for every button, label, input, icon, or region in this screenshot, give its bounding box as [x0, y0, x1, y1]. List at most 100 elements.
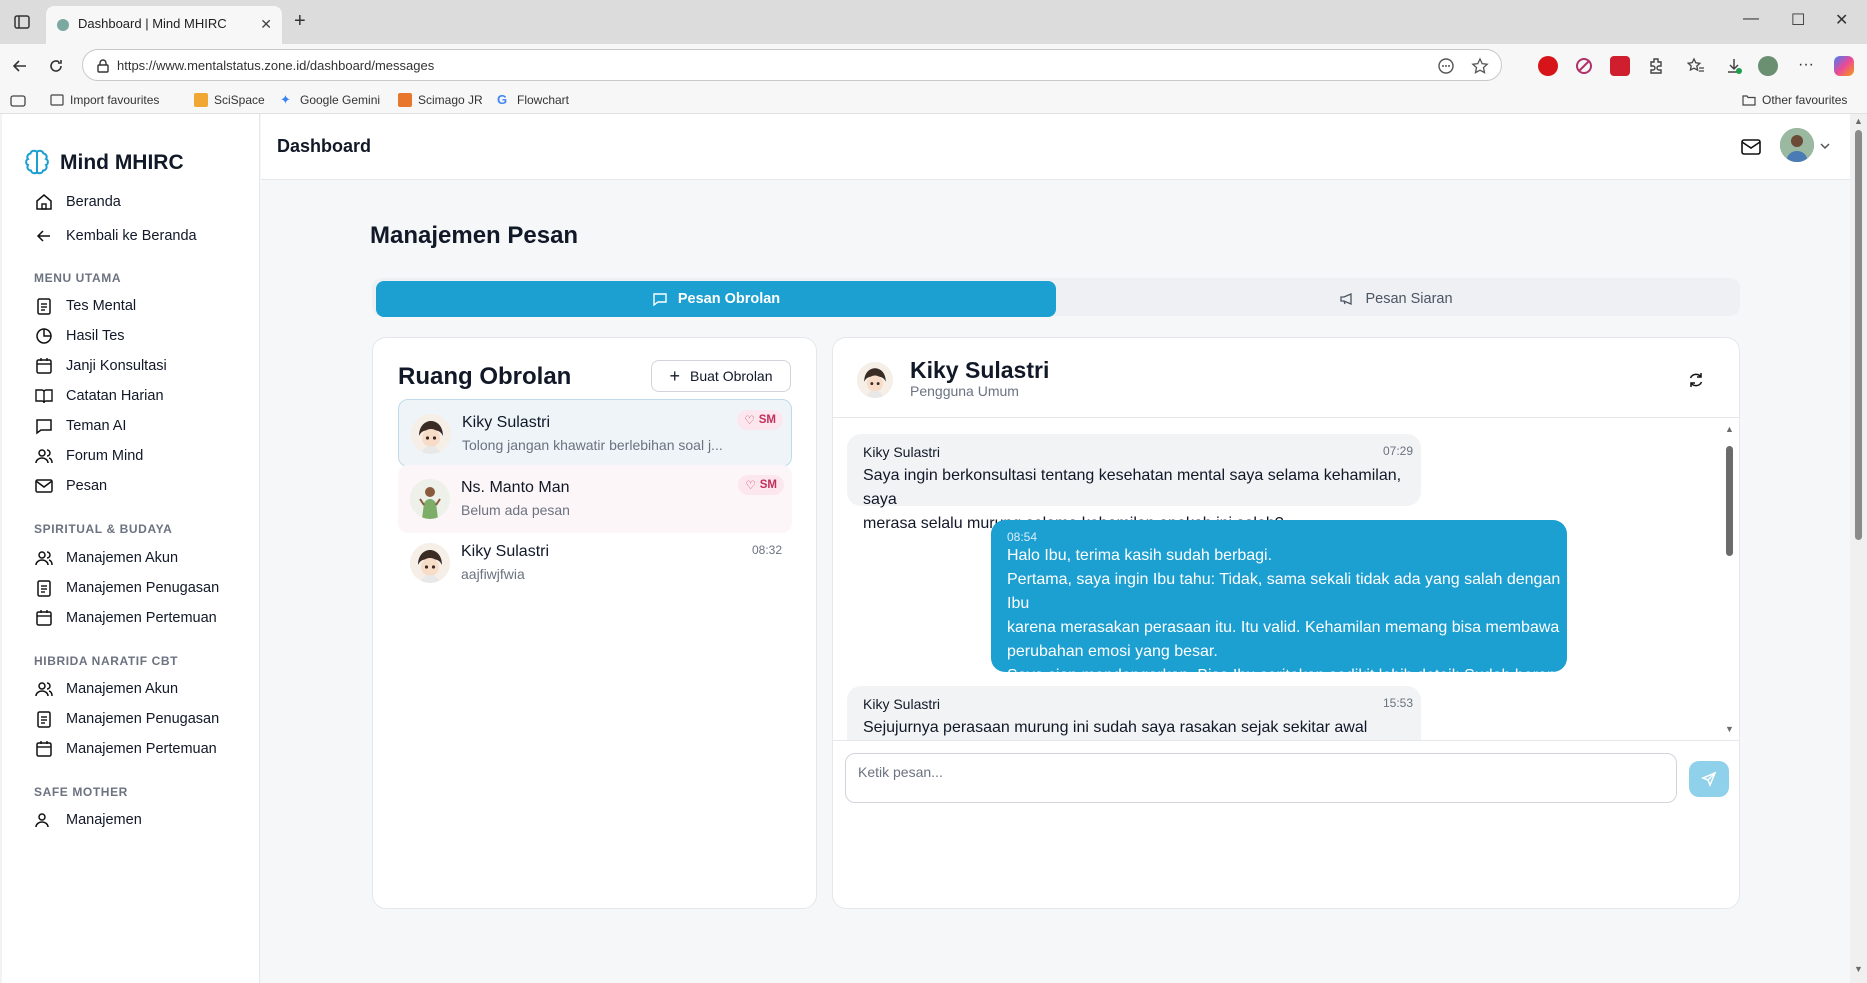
message-scrollbar[interactable]: ▲ ▼: [1725, 424, 1735, 736]
message-composer: [833, 740, 1739, 908]
sidebar-item-teman-ai[interactable]: Teman AI: [34, 414, 126, 438]
reading-mode-icon[interactable]: [1437, 57, 1455, 75]
person-avatar-icon: [410, 479, 450, 519]
room-avatar: [410, 543, 450, 583]
bookmark-gemini[interactable]: ✦ Google Gemini: [280, 93, 380, 108]
more-menu-icon[interactable]: ···: [1798, 56, 1818, 76]
room-name: Ns. Manto Man: [461, 479, 570, 496]
scroll-up-icon[interactable]: ▲: [1854, 116, 1863, 126]
user-avatar[interactable]: [1780, 128, 1814, 162]
mail-icon[interactable]: [1740, 136, 1762, 158]
tab-favicon-icon: [57, 19, 69, 31]
page-scrollbar[interactable]: ▲ ▼: [1850, 114, 1867, 983]
sidebar-item-safe-mother-manajemen[interactable]: Manajemen: [34, 808, 142, 832]
message-incoming: Kiky Sulastri 15:53 Sejujurnya perasaan …: [847, 686, 1421, 740]
message-list[interactable]: Kiky Sulastri 07:29 Saya ingin berkonsul…: [833, 418, 1739, 740]
scrollbar-thumb[interactable]: [1855, 130, 1862, 540]
scroll-down-icon[interactable]: ▼: [1854, 964, 1863, 974]
chat-room-item[interactable]: Kiky Sulastri aajfiwjfwia 08:32: [398, 529, 792, 597]
back-icon[interactable]: [10, 56, 30, 76]
message-tabs: Pesan Obrolan Pesan Siaran: [372, 278, 1740, 317]
url-text: https://www.mentalstatus.zone.id/dashboa…: [117, 58, 435, 73]
sidebar: Mind MHIRC Beranda Kembali ke Beranda ME…: [2, 114, 260, 983]
sidebar-item-kembali[interactable]: Kembali ke Beranda: [34, 224, 197, 248]
profile-avatar-icon[interactable]: [1758, 56, 1778, 76]
new-chat-button[interactable]: + Buat Obrolan: [651, 360, 791, 392]
sidebar-item-janji-konsultasi[interactable]: Janji Konsultasi: [34, 354, 167, 378]
refresh-icon[interactable]: [1687, 371, 1705, 389]
sidebar-toggle-icon[interactable]: [12, 12, 32, 32]
avatar-person-icon: [1780, 128, 1814, 162]
brand-name: Mind MHIRC: [60, 151, 184, 174]
downloads-icon[interactable]: [1724, 56, 1744, 76]
bookmark-import[interactable]: Import favourites: [50, 93, 159, 107]
scroll-down-icon[interactable]: ▼: [1725, 724, 1734, 734]
message-sender: Kiky Sulastri: [863, 696, 941, 712]
conversation-panel: Kiky Sulastri Pengguna Umum Kiky Sulastr…: [832, 337, 1740, 909]
users-icon: [35, 449, 53, 464]
chat-room-item[interactable]: Ns. Manto Man Belum ada pesan ♡ SM: [398, 465, 792, 533]
section-safe-mother: SAFE MOTHER: [34, 785, 128, 799]
room-time: 08:32: [751, 543, 782, 557]
collections-icon[interactable]: [10, 94, 26, 108]
extension-block-icon[interactable]: [1574, 56, 1594, 76]
sidebar-item-spiritual-pertemuan[interactable]: Manajemen Pertemuan: [34, 606, 217, 630]
sidebar-item-cbt-penugasan[interactable]: Manajemen Penugasan: [34, 707, 219, 731]
sidebar-item-catatan-harian[interactable]: Catatan Harian: [34, 384, 164, 408]
chevron-down-icon[interactable]: [1818, 139, 1832, 153]
extension-opera-icon[interactable]: [1538, 56, 1558, 76]
sidebar-item-hasil-tes[interactable]: Hasil Tes: [34, 324, 125, 348]
sidebar-item-pesan[interactable]: Pesan: [34, 474, 107, 498]
sidebar-item-spiritual-akun[interactable]: Manajemen Akun: [34, 546, 178, 570]
sidebar-item-tes-mental[interactable]: Tes Mental: [34, 294, 136, 318]
new-tab-button[interactable]: +: [294, 10, 306, 33]
clipboard-icon: [37, 711, 51, 728]
bookmark-scimago[interactable]: Scimago JR: [398, 93, 483, 107]
scrollbar-thumb[interactable]: [1726, 446, 1733, 556]
maximize-icon[interactable]: ☐: [1791, 10, 1805, 30]
tab-close-icon[interactable]: ✕: [260, 16, 272, 33]
extension-mendeley-icon[interactable]: [1610, 56, 1630, 76]
sidebar-item-forum-mind[interactable]: Forum Mind: [34, 444, 143, 468]
send-button[interactable]: [1689, 761, 1729, 797]
tab-pesan-siaran[interactable]: Pesan Siaran: [1056, 281, 1736, 317]
anime-avatar-icon: [857, 362, 893, 398]
sidebar-item-cbt-akun[interactable]: Manajemen Akun: [34, 677, 178, 701]
bookmark-flowchart[interactable]: G Flowchart: [497, 93, 569, 108]
address-bar[interactable]: https://www.mentalstatus.zone.id/dashboa…: [82, 49, 1502, 81]
main-heading: Manajemen Pesan: [370, 222, 579, 249]
minimize-icon[interactable]: —: [1743, 10, 1759, 28]
folder-icon: [1742, 95, 1756, 106]
sidebar-item-cbt-pertemuan[interactable]: Manajemen Pertemuan: [34, 737, 217, 761]
browser-tab[interactable]: Dashboard | Mind MHIRC ✕: [46, 6, 282, 44]
favorite-star-icon[interactable]: [1471, 57, 1489, 75]
bookmark-scispace[interactable]: SciSpace: [194, 93, 265, 107]
chat-room-item[interactable]: Kiky Sulastri Tolong jangan khawatir ber…: [398, 399, 792, 467]
tab-pesan-obrolan[interactable]: Pesan Obrolan: [376, 281, 1056, 317]
calendar-icon: [36, 741, 52, 757]
site-info-icon[interactable]: [95, 58, 111, 74]
tab-title: Dashboard | Mind MHIRC: [78, 16, 227, 31]
room-name: Kiky Sulastri: [462, 414, 551, 431]
reload-icon[interactable]: [46, 56, 66, 76]
room-name: Kiky Sulastri: [461, 543, 550, 560]
copilot-icon[interactable]: [1834, 56, 1854, 76]
favorites-icon[interactable]: [1686, 56, 1706, 76]
extensions-puzzle-icon[interactable]: [1646, 56, 1666, 76]
room-avatar: [411, 414, 451, 454]
scroll-up-icon[interactable]: ▲: [1725, 424, 1734, 434]
close-window-icon[interactable]: ✕: [1835, 10, 1848, 30]
message-time: 15:53: [1383, 696, 1414, 710]
room-badge: ♡ SM: [737, 410, 783, 430]
brand-logo[interactable]: Mind MHIRC: [22, 148, 184, 178]
sidebar-item-beranda[interactable]: Beranda: [34, 190, 121, 214]
book-open-icon: [35, 389, 53, 404]
room-avatar: [410, 479, 450, 519]
room-preview: Tolong jangan khawatir berlebihan soal j…: [462, 437, 723, 453]
message-time: 07:29: [1383, 444, 1414, 458]
message-input[interactable]: [845, 753, 1677, 803]
sidebar-item-spiritual-penugasan[interactable]: Manajemen Penugasan: [34, 576, 219, 600]
import-icon: [50, 94, 64, 106]
bookmark-other-favourites[interactable]: Other favourites: [1742, 93, 1847, 107]
section-hibrida-cbt: HIBRIDA NARATIF CBT: [34, 654, 179, 668]
